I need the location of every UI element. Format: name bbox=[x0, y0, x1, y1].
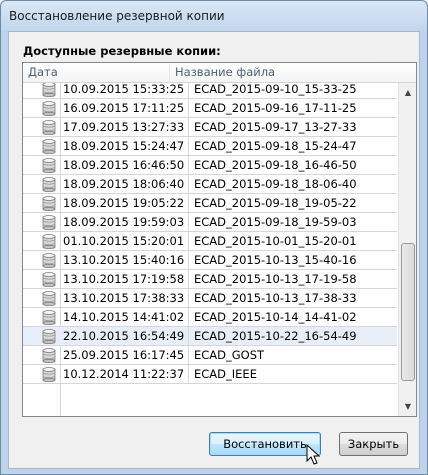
close-button[interactable]: Закрыть bbox=[339, 432, 408, 456]
backup-file-name: ECAD_2015-09-18_16-46-50 bbox=[194, 158, 357, 172]
database-icon bbox=[42, 367, 56, 382]
database-icon bbox=[42, 310, 56, 325]
backup-date: 18.09.2015 19:05:22 bbox=[63, 194, 189, 212]
table-row[interactable]: 13.10.2015 17:38:33 ECAD_2015-10-13_17-38… bbox=[23, 289, 397, 308]
table-row[interactable]: 14.10.2015 14:41:02 ECAD_2015-10-14_14-41… bbox=[23, 308, 397, 327]
backup-date: 10.09.2015 15:33:25 bbox=[63, 83, 189, 98]
scrollbar-thumb[interactable] bbox=[401, 243, 415, 381]
table-row[interactable]: 10.12.2014 11:22:37 ECAD_IEEE bbox=[23, 365, 397, 384]
backup-file-name: ECAD_2015-09-18_19-59-03 bbox=[194, 215, 357, 229]
database-icon bbox=[42, 139, 56, 154]
database-icon bbox=[42, 196, 56, 211]
column-header-date[interactable]: Дата bbox=[23, 63, 170, 83]
backup-date: 18.09.2015 18:06:40 bbox=[63, 175, 189, 193]
backup-file-name: ECAD_2015-09-16_17-11-25 bbox=[194, 101, 357, 115]
table-row[interactable]: 18.09.2015 18:06:40 ECAD_2015-09-18_18-06… bbox=[23, 175, 397, 194]
backup-date: 18.09.2015 16:46:50 bbox=[63, 156, 189, 174]
database-icon bbox=[42, 215, 56, 230]
backup-file-name: ECAD_IEEE bbox=[194, 367, 257, 381]
table-row[interactable]: 01.10.2015 15:20:01 ECAD_2015-10-01_15-20… bbox=[23, 232, 397, 251]
backup-date: 17.09.2015 13:27:33 bbox=[63, 118, 189, 136]
table-row[interactable]: 18.09.2015 19:05:22 ECAD_2015-09-18_19-05… bbox=[23, 194, 397, 213]
backups-list[interactable]: Дата Название файла 10.09.2015 15:33:25 E… bbox=[22, 62, 417, 417]
database-icon bbox=[42, 83, 56, 97]
backup-file-name: ECAD_2015-10-13_15-40-16 bbox=[194, 253, 357, 267]
restore-button[interactable]: Восстановить bbox=[209, 432, 321, 456]
backup-file-name: ECAD_2015-09-18_18-06-40 bbox=[194, 177, 357, 191]
backup-date: 16.09.2015 17:11:25 bbox=[63, 99, 189, 117]
database-icon bbox=[42, 158, 56, 173]
column-header-name[interactable]: Название файла bbox=[170, 63, 397, 83]
database-icon bbox=[42, 177, 56, 192]
backup-file-name: ECAD_2015-09-17_13-27-33 bbox=[194, 120, 357, 134]
backup-date: 10.12.2014 11:22:37 bbox=[63, 365, 189, 383]
table-row[interactable]: 13.10.2015 15:40:16 ECAD_2015-10-13_15-40… bbox=[23, 251, 397, 270]
backup-date: 13.10.2015 17:19:58 bbox=[63, 270, 189, 288]
backup-file-name: ECAD_2015-09-18_19-05-22 bbox=[194, 196, 357, 210]
database-icon bbox=[42, 348, 56, 363]
backup-date: 01.10.2015 15:20:01 bbox=[63, 232, 189, 250]
table-row[interactable]: 10.09.2015 15:33:25 ECAD_2015-09-10_15-33… bbox=[23, 83, 397, 99]
backup-date: 18.09.2015 19:59:03 bbox=[63, 213, 189, 231]
backup-date: 13.10.2015 17:38:33 bbox=[63, 289, 189, 307]
backup-file-name: ECAD_2015-10-01_15-20-01 bbox=[194, 234, 357, 248]
backup-file-name: ECAD_2015-10-13_17-38-33 bbox=[194, 291, 357, 305]
list-header: Дата Название файла bbox=[23, 63, 416, 83]
backup-date: 13.10.2015 15:40:16 bbox=[63, 251, 189, 269]
chevron-up-icon[interactable]: ▲ bbox=[400, 84, 416, 100]
table-row[interactable]: 17.09.2015 13:27:33 ECAD_2015-09-17_13-27… bbox=[23, 118, 397, 137]
window-title: Восстановление резервной копии bbox=[9, 9, 225, 23]
backup-restore-dialog: Восстановление резервной копии Доступные… bbox=[0, 0, 428, 475]
database-icon bbox=[42, 234, 56, 249]
table-row[interactable]: 16.09.2015 17:11:25 ECAD_2015-09-16_17-11… bbox=[23, 99, 397, 118]
table-row[interactable]: 18.09.2015 16:46:50 ECAD_2015-09-18_16-46… bbox=[23, 156, 397, 175]
backup-date: 25.09.2015 16:17:45 bbox=[63, 346, 189, 364]
database-icon bbox=[42, 101, 56, 116]
backup-file-name: ECAD_2015-10-22_16-54-49 bbox=[194, 329, 357, 343]
list-rows: 10.09.2015 15:33:25 ECAD_2015-09-10_15-33… bbox=[23, 83, 397, 416]
title-bar[interactable]: Восстановление резервной копии bbox=[1, 1, 427, 31]
table-row[interactable]: 18.09.2015 15:24:47 ECAD_2015-09-18_15-24… bbox=[23, 137, 397, 156]
dialog-body: Доступные резервные копии: Дата Название… bbox=[8, 31, 420, 469]
backup-file-name: ECAD_2015-09-10_15-33-25 bbox=[194, 83, 357, 96]
backup-date: 18.09.2015 15:24:47 bbox=[63, 137, 189, 155]
backup-file-name: ECAD_2015-10-14_14-41-02 bbox=[194, 310, 357, 324]
mouse-pointer-icon bbox=[306, 444, 321, 465]
database-icon bbox=[42, 291, 56, 306]
backup-file-name: ECAD_2015-09-18_15-24-47 bbox=[194, 139, 357, 153]
backup-date: 22.10.2015 16:54:49 bbox=[63, 327, 189, 345]
vertical-scrollbar[interactable]: ▲ ▼ bbox=[398, 83, 416, 416]
table-row[interactable]: 22.10.2015 16:54:49 ECAD_2015-10-22_16-54… bbox=[23, 327, 397, 346]
database-icon bbox=[42, 272, 56, 287]
table-row[interactable]: 18.09.2015 19:59:03 ECAD_2015-09-18_19-59… bbox=[23, 213, 397, 232]
backup-date: 14.10.2015 14:41:02 bbox=[63, 308, 189, 326]
database-icon bbox=[42, 329, 56, 344]
backup-file-name: ECAD_2015-10-13_17-19-58 bbox=[194, 272, 357, 286]
chevron-down-icon[interactable]: ▼ bbox=[400, 398, 416, 414]
backup-file-name: ECAD_GOST bbox=[194, 348, 265, 362]
table-row[interactable]: 13.10.2015 17:19:58 ECAD_2015-10-13_17-19… bbox=[23, 270, 397, 289]
table-row[interactable]: 25.09.2015 16:17:45 ECAD_GOST bbox=[23, 346, 397, 365]
database-icon bbox=[42, 120, 56, 135]
backups-label: Доступные резервные копии: bbox=[23, 44, 221, 58]
database-icon bbox=[42, 253, 56, 268]
